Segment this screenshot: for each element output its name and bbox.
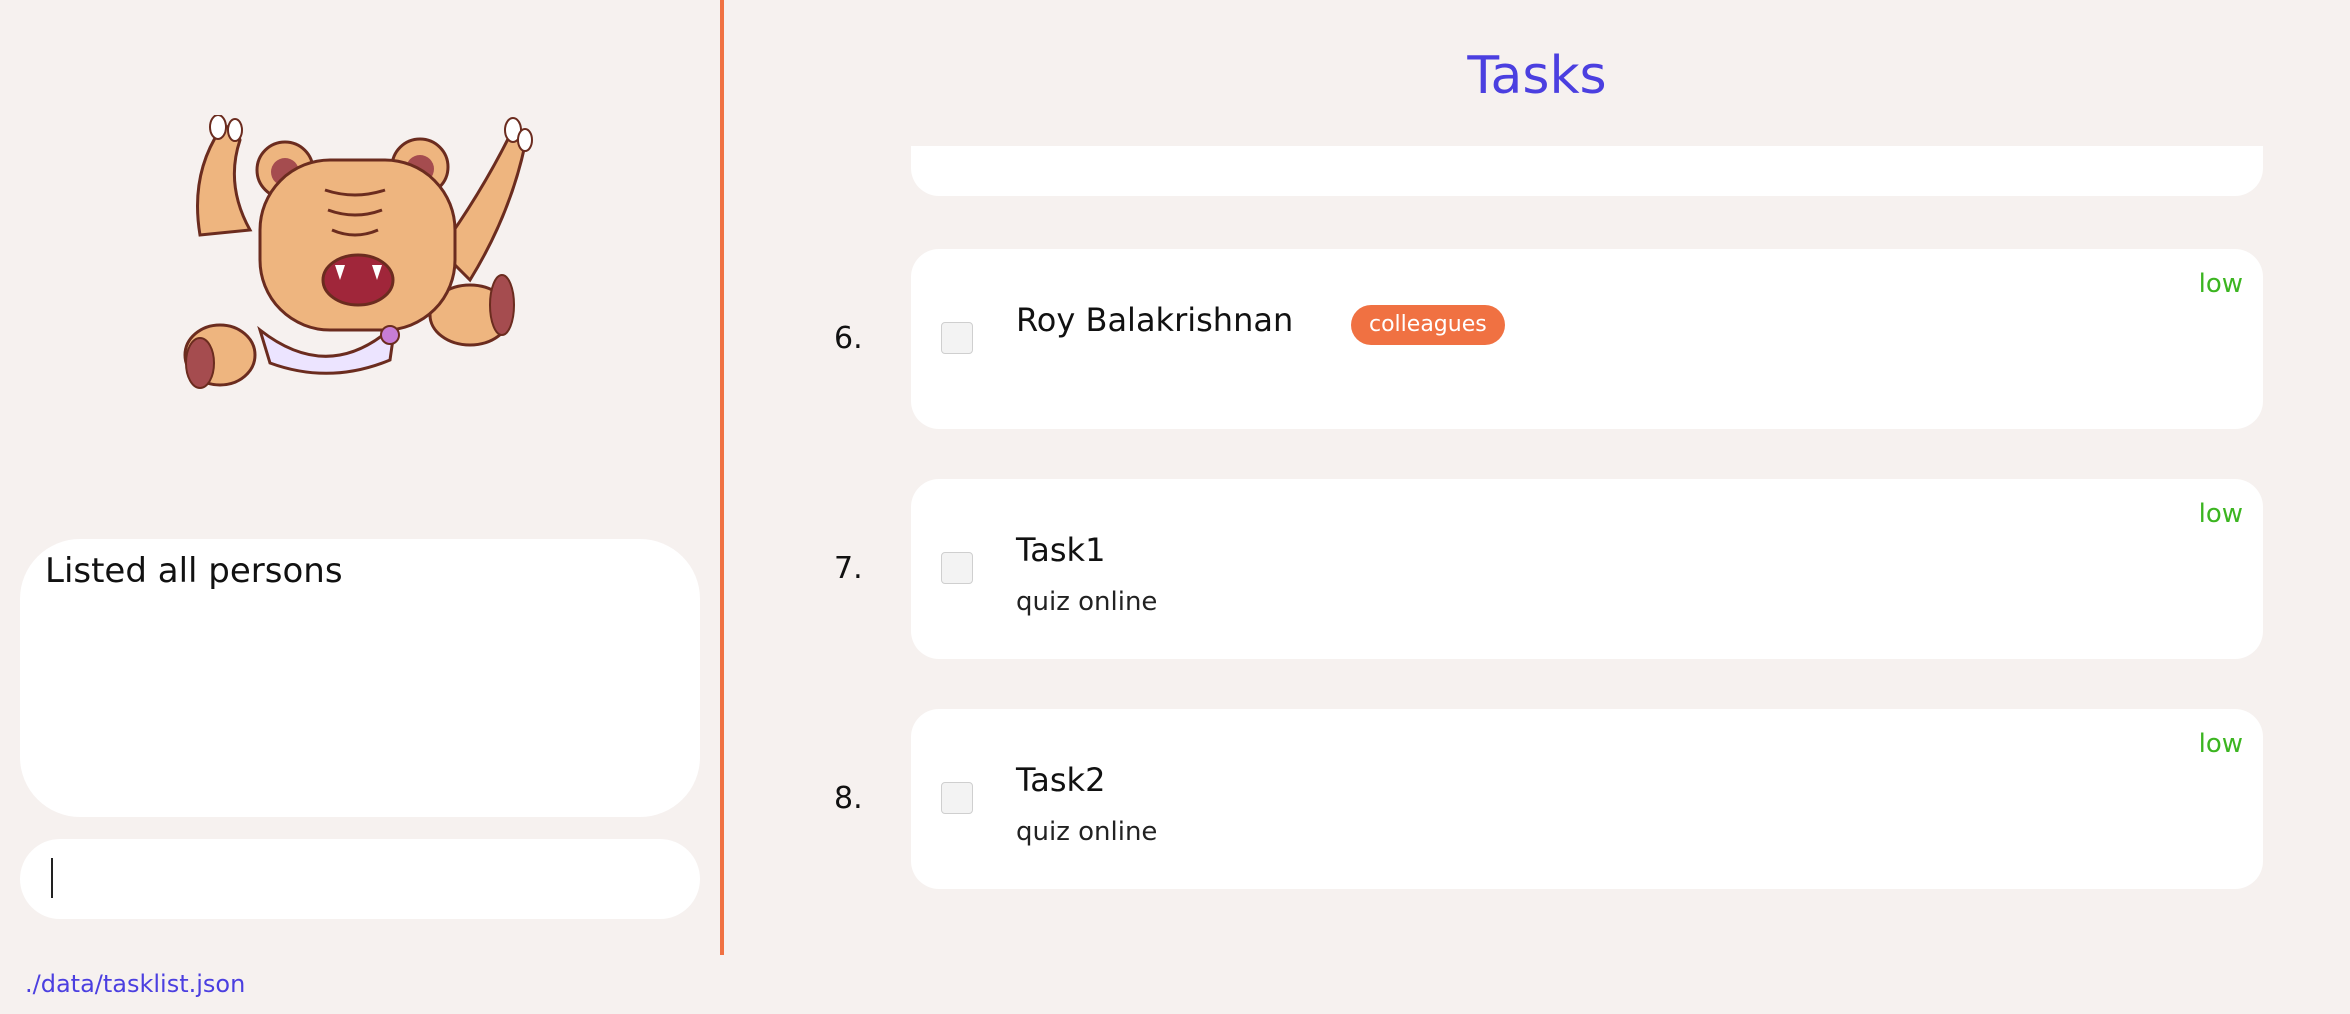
list-item[interactable]: 7. Task1 quiz online low [724,479,2350,659]
left-pane: Listed all persons [0,0,720,955]
list-item[interactable]: 8. Task2 quiz online low [724,709,2350,889]
task-name: Task2 [1016,761,1106,799]
list-item[interactable]: 6. Roy Balakrishnan colleagues low [724,249,2350,429]
task-card[interactable]: Task2 quiz online low [911,709,2263,889]
text-caret [51,858,53,898]
task-description: quiz online [1016,817,1158,847]
task-priority: low [2198,269,2243,299]
task-panel: Tasks 6. Roy Balakrishnan colleagues low… [724,0,2350,955]
task-tag: colleagues [1351,305,1505,345]
bear-mascot-icon [183,115,533,389]
result-message: Listed all persons [45,551,343,591]
result-display: Listed all persons [20,539,700,817]
task-name: Roy Balakrishnan [1016,301,1294,339]
task-card[interactable]: Task1 quiz online low [911,479,2263,659]
app-window: Listed all persons Tasks 6. Roy Balakris… [0,0,2350,1014]
task-index: 6. [834,321,863,356]
task-card[interactable]: Roy Balakrishnan colleagues low [911,249,2263,429]
command-box[interactable] [20,839,700,919]
task-checkbox[interactable] [941,552,973,584]
tasks-title: Tasks [1467,46,1607,106]
task-priority: low [2198,729,2243,759]
task-checkbox[interactable] [941,782,973,814]
task-card-partial[interactable] [911,146,2263,196]
task-index: 8. [834,781,863,816]
command-input[interactable] [50,857,674,903]
task-name: Task1 [1016,531,1106,569]
task-description: quiz online [1016,587,1158,617]
status-bar-file-path: ./data/tasklist.json [25,970,246,998]
task-index: 7. [834,551,863,586]
task-priority: low [2198,499,2243,529]
task-checkbox[interactable] [941,322,973,354]
task-list[interactable]: 6. Roy Balakrishnan colleagues low 7. Ta… [724,146,2350,955]
